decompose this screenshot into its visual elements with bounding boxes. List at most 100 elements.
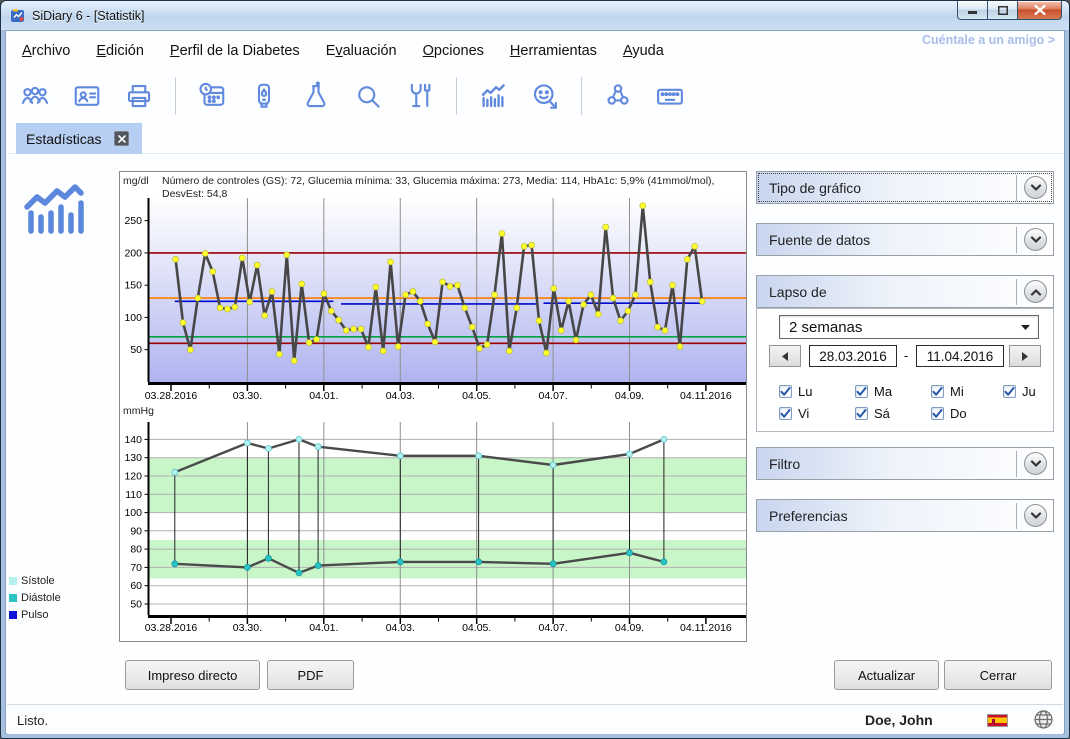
menu-item-perfil-de-la-diabetes[interactable]: Perfil de la Diabetes xyxy=(157,39,313,63)
section-label: Fuente de datos xyxy=(757,232,1016,248)
svg-text:110: 110 xyxy=(125,489,142,501)
date-from-input[interactable] xyxy=(809,345,897,367)
glucometer-icon[interactable] xyxy=(248,80,280,112)
svg-text:140: 140 xyxy=(124,434,142,446)
menu-item-herramientas[interactable]: Herramientas xyxy=(497,39,610,63)
checkbox[interactable] xyxy=(855,407,868,420)
day-checkbox-do[interactable]: Do xyxy=(931,404,1003,422)
menu-item-ayuda[interactable]: Ayuda xyxy=(610,39,677,63)
day-checkbox-vi[interactable]: Vi xyxy=(779,404,855,422)
share-icon[interactable] xyxy=(602,80,634,112)
checkbox[interactable] xyxy=(855,385,868,398)
nutrition-icon[interactable] xyxy=(404,80,436,112)
calendar-clock-icon[interactable] xyxy=(196,80,228,112)
svg-text:150: 150 xyxy=(124,280,142,292)
chevron-down-icon[interactable] xyxy=(1024,176,1047,199)
blood-pressure-legend: Sístole Diástole Pulso xyxy=(9,572,61,623)
next-period-button[interactable] xyxy=(1009,345,1041,367)
svg-text:60: 60 xyxy=(130,580,142,592)
chevron-down-icon[interactable] xyxy=(1024,504,1047,527)
chevron-down-icon[interactable] xyxy=(1024,452,1047,475)
checkbox[interactable] xyxy=(931,385,944,398)
lab-flask-icon[interactable] xyxy=(300,80,332,112)
app-icon xyxy=(10,8,26,24)
toolbar-separator xyxy=(581,77,582,115)
menu-item-evaluación[interactable]: Evaluación xyxy=(313,39,410,63)
svg-text:04.05.: 04.05. xyxy=(462,390,491,402)
search-icon[interactable] xyxy=(352,80,384,112)
section-divider xyxy=(1016,227,1017,253)
menu-item-archivo[interactable]: Archivo xyxy=(9,39,83,63)
flag-emblem xyxy=(992,719,995,724)
checkbox[interactable] xyxy=(779,385,792,398)
day-label: Lu xyxy=(798,384,812,399)
day-label: Mi xyxy=(950,384,964,399)
tab-estadisticas[interactable]: Estadísticas xyxy=(16,123,142,154)
day-label: Sá xyxy=(874,406,890,421)
checkbox[interactable] xyxy=(931,407,944,420)
direct-print-button[interactable]: Impreso directo xyxy=(125,660,260,690)
legend-item-diastole: Diástole xyxy=(9,589,61,606)
checkbox[interactable] xyxy=(1003,385,1016,398)
toolbar-separator xyxy=(456,77,457,115)
day-checkbox-lu[interactable]: Lu xyxy=(779,382,855,400)
chevron-down-icon[interactable] xyxy=(1024,228,1047,251)
section-tipo-de-grafico[interactable]: Tipo de gráfico xyxy=(756,171,1054,204)
title-bar: SiDiary 6 - [Statistik] xyxy=(1,1,1069,30)
section-divider xyxy=(1016,503,1017,529)
language-globe-icon[interactable] xyxy=(1033,709,1054,735)
svg-text:04.11.2016: 04.11.2016 xyxy=(680,622,732,634)
svg-text:120: 120 xyxy=(124,471,142,483)
section-label: Tipo de gráfico xyxy=(757,180,1016,196)
statistics-icon[interactable] xyxy=(477,80,509,112)
svg-text:04.03.: 04.03. xyxy=(386,390,415,402)
period-select[interactable]: 2 semanas xyxy=(779,315,1039,339)
svg-text:03.30.: 03.30. xyxy=(233,390,262,402)
pdf-button[interactable]: PDF xyxy=(267,660,354,690)
day-checkbox-mi[interactable]: Mi xyxy=(931,382,1003,400)
svg-text:50: 50 xyxy=(130,344,142,356)
section-lapso-de[interactable]: Lapso de xyxy=(756,275,1054,308)
svg-text:04.07.: 04.07. xyxy=(538,622,567,634)
section-filtro[interactable]: Filtro xyxy=(756,447,1054,480)
svg-text:03.28.2016: 03.28.2016 xyxy=(145,622,198,634)
current-user-name: Doe, John xyxy=(865,712,933,728)
svg-text:03.28.2016: 03.28.2016 xyxy=(145,390,198,402)
day-label: Do xyxy=(950,406,967,421)
refresh-button[interactable]: Actualizar xyxy=(834,660,939,690)
minimize-button[interactable] xyxy=(957,1,988,20)
weekday-checkbox-grid: Lu Ma Mi Ju Vi Sá Do xyxy=(779,382,1061,422)
close-button[interactable] xyxy=(1017,1,1062,20)
close-view-button[interactable]: Cerrar xyxy=(944,660,1052,690)
chevron-up-icon[interactable] xyxy=(1024,280,1047,303)
feedback-smiley-icon[interactable] xyxy=(529,80,561,112)
keyboard-icon[interactable] xyxy=(654,80,686,112)
day-checkbox-ma[interactable]: Ma xyxy=(855,382,931,400)
checkbox[interactable] xyxy=(779,407,792,420)
blood-pressure-chart: 506070809010011012013014003.28.201603.30… xyxy=(120,404,748,643)
svg-text:04.07.: 04.07. xyxy=(538,390,567,402)
day-checkbox-sá[interactable]: Sá xyxy=(855,404,931,422)
contact-card-icon[interactable] xyxy=(71,80,103,112)
maximize-button[interactable] xyxy=(988,1,1017,20)
status-text: Listo. xyxy=(17,713,48,728)
previous-period-button[interactable] xyxy=(769,345,801,367)
statistics-chart-panel: mg/dl Número de controles (GS): 72, Gluc… xyxy=(119,171,747,642)
tab-close-icon[interactable] xyxy=(114,131,129,146)
users-icon[interactable] xyxy=(19,80,51,112)
svg-text:250: 250 xyxy=(124,215,142,227)
systole-swatch xyxy=(9,577,17,585)
menu-item-opciones[interactable]: Opciones xyxy=(410,39,497,63)
menu-bar: ArchivoEdiciónPerfil de la DiabetesEvalu… xyxy=(9,37,677,65)
section-fuente-de-datos[interactable]: Fuente de datos xyxy=(756,223,1054,256)
tell-a-friend-link[interactable]: Cuéntale a un amigo > xyxy=(922,33,1055,47)
svg-text:200: 200 xyxy=(124,247,142,259)
day-checkbox-ju[interactable]: Ju xyxy=(1003,382,1061,400)
menu-item-edición[interactable]: Edición xyxy=(83,39,157,63)
svg-text:80: 80 xyxy=(130,544,142,556)
section-preferencias[interactable]: Preferencias xyxy=(756,499,1054,532)
spanish-flag-icon[interactable] xyxy=(987,714,1008,727)
printer-icon[interactable] xyxy=(123,80,155,112)
window-title: SiDiary 6 - [Statistik] xyxy=(32,9,145,23)
date-to-input[interactable] xyxy=(916,345,1004,367)
